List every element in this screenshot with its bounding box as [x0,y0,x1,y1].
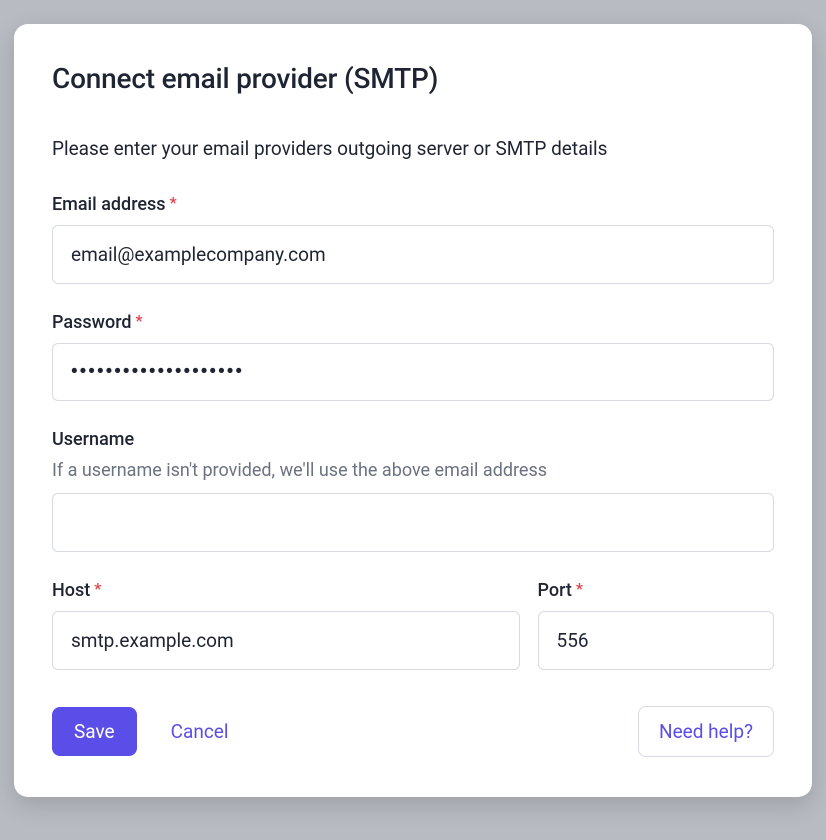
username-group: Username If a username isn't provided, w… [52,429,774,552]
host-label: Host* [52,580,520,601]
username-field[interactable] [52,493,774,552]
username-label: Username [52,429,774,450]
need-help-button[interactable]: Need help? [638,706,774,757]
password-label-text: Password [52,312,132,333]
modal-subtitle: Please enter your email providers outgoi… [52,137,774,160]
host-group: Host* [52,580,520,670]
email-label-text: Email address [52,194,166,215]
host-label-text: Host [52,580,90,601]
required-indicator: * [136,311,143,330]
email-label: Email address* [52,194,774,215]
password-field[interactable] [52,343,774,401]
cancel-button[interactable]: Cancel [171,720,229,743]
actions-left: Save Cancel [52,707,228,756]
email-field[interactable] [52,225,774,284]
smtp-modal: Connect email provider (SMTP) Please ent… [14,24,812,797]
host-field[interactable] [52,611,520,670]
email-group: Email address* [52,194,774,284]
password-group: Password* [52,312,774,401]
required-indicator: * [170,193,177,212]
actions-row: Save Cancel Need help? [52,706,774,757]
port-label: Port* [538,580,774,601]
required-indicator: * [94,579,101,598]
port-label-text: Port [538,580,572,601]
password-label: Password* [52,312,774,333]
save-button[interactable]: Save [52,707,137,756]
port-group: Port* [538,580,774,670]
modal-title: Connect email provider (SMTP) [52,62,774,95]
host-port-row: Host* Port* [52,580,774,670]
port-field[interactable] [538,611,774,670]
required-indicator: * [576,579,583,598]
username-hint: If a username isn't provided, we'll use … [52,460,774,481]
